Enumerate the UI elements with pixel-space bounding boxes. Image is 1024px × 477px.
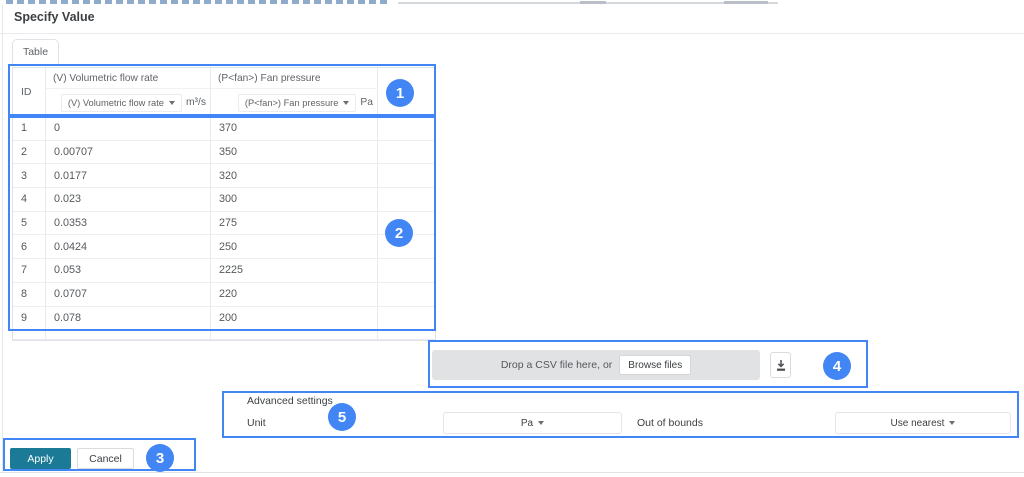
pressure-variable-select[interactable]: (P<fan>) Fan pressure xyxy=(238,94,357,112)
cell-pressure[interactable]: 350 xyxy=(211,141,378,164)
callout-3: 3 xyxy=(146,444,174,472)
table-row: 8 0.0707 220 xyxy=(13,283,435,307)
cell-pressure[interactable]: 275 xyxy=(211,212,378,235)
cell-id xyxy=(13,330,46,339)
unit-label: Unit xyxy=(247,417,266,429)
table-row: 5 0.0353 275 xyxy=(13,212,435,236)
unit-select-value: Pa xyxy=(521,418,533,429)
cell-id: 2 xyxy=(13,141,46,164)
cell-flow[interactable]: 0.078 xyxy=(46,307,211,330)
cell-pressure[interactable]: 320 xyxy=(211,164,378,187)
table-row: 3 0.0177 320 xyxy=(13,164,435,188)
table-row: 4 0.023 300 xyxy=(13,188,435,212)
tab-table[interactable]: Table xyxy=(12,39,59,64)
column-header-spacer xyxy=(378,68,435,116)
panel-left-border xyxy=(2,5,3,472)
cell-id: 8 xyxy=(13,283,46,306)
table-row: 1 0 370 xyxy=(13,117,435,141)
page-title: Specify Value xyxy=(14,10,95,24)
title-divider xyxy=(0,33,1024,34)
table-row-clipped xyxy=(13,330,435,340)
out-of-bounds-select[interactable]: Use nearest xyxy=(835,412,1011,434)
specify-value-panel: Specify Value Table ID (V) Volumetric fl… xyxy=(0,0,1024,477)
cell-flow[interactable]: 0 xyxy=(46,117,211,140)
flow-variable-cell: (V) Volumetric flow rate m³/s xyxy=(46,89,211,116)
table-body: 1 0 370 2 0.00707 350 3 0.0177 320 4 0.0… xyxy=(13,116,435,340)
cell-pressure[interactable]: 370 xyxy=(211,117,378,140)
cell-pressure[interactable]: 2225 xyxy=(211,259,378,282)
cell-flow[interactable]: 0.0353 xyxy=(46,212,211,235)
chevron-down-icon xyxy=(343,101,349,105)
cell-flow[interactable]: 0.00707 xyxy=(46,141,211,164)
pressure-variable-select-value: (P<fan>) Fan pressure xyxy=(245,98,339,108)
cell-flow[interactable]: 0.0177 xyxy=(46,164,211,187)
cell-id: 9 xyxy=(13,307,46,330)
cell-flow[interactable]: 0.0424 xyxy=(46,235,211,258)
unit-select[interactable]: Pa xyxy=(443,412,622,434)
flow-unit-label: m³/s xyxy=(186,97,206,108)
cell-id: 7 xyxy=(13,259,46,282)
cell-id: 1 xyxy=(13,117,46,140)
panel-bottom-border xyxy=(0,472,1024,473)
cell-pressure[interactable]: 220 xyxy=(211,283,378,306)
cell-id: 5 xyxy=(13,212,46,235)
apply-button[interactable]: Apply xyxy=(10,448,71,469)
cell-pressure[interactable] xyxy=(211,330,378,339)
clipped-toolbar xyxy=(0,0,1024,5)
browse-files-button[interactable]: Browse files xyxy=(619,355,691,375)
cell-pressure[interactable]: 250 xyxy=(211,235,378,258)
cell-pressure[interactable]: 300 xyxy=(211,188,378,211)
table-row: 2 0.00707 350 xyxy=(13,141,435,165)
cell-id: 6 xyxy=(13,235,46,258)
column-header-pressure: (P<fan>) Fan pressure xyxy=(211,68,378,89)
out-of-bounds-label: Out of bounds xyxy=(637,417,703,429)
callout-4: 4 xyxy=(823,352,851,380)
value-table: ID (V) Volumetric flow rate (P<fan>) Fan… xyxy=(12,67,436,341)
table-row: 7 0.053 2225 xyxy=(13,259,435,283)
column-header-id: ID xyxy=(13,68,46,116)
cell-id: 3 xyxy=(13,164,46,187)
pressure-unit-label: Pa xyxy=(360,97,373,108)
column-header-flow: (V) Volumetric flow rate xyxy=(46,68,211,89)
table-header: ID (V) Volumetric flow rate (P<fan>) Fan… xyxy=(13,68,435,116)
cancel-button[interactable]: Cancel xyxy=(77,448,134,469)
csv-drop-text: Drop a CSV file here, or xyxy=(501,359,612,371)
toolbar-remnant xyxy=(6,0,390,4)
cell-flow[interactable] xyxy=(46,330,211,339)
callout-5: 5 xyxy=(328,403,356,431)
download-csv-button[interactable] xyxy=(770,352,791,378)
chevron-down-icon xyxy=(169,101,175,105)
table-row: 9 0.078 200 xyxy=(13,307,435,331)
download-icon xyxy=(775,359,787,372)
chevron-down-icon xyxy=(949,421,955,425)
cell-flow[interactable]: 0.0707 xyxy=(46,283,211,306)
table-row: 6 0.0424 250 xyxy=(13,235,435,259)
cell-flow[interactable]: 0.053 xyxy=(46,259,211,282)
cell-pressure[interactable]: 200 xyxy=(211,307,378,330)
flow-variable-select-value: (V) Volumetric flow rate xyxy=(68,98,164,108)
advanced-settings-title: Advanced settings xyxy=(247,395,333,407)
tab-table-label: Table xyxy=(23,46,48,58)
cell-id: 4 xyxy=(13,188,46,211)
csv-dropzone[interactable]: Drop a CSV file here, or Browse files xyxy=(432,350,760,380)
flow-variable-select[interactable]: (V) Volumetric flow rate xyxy=(61,94,182,112)
out-of-bounds-select-value: Use nearest xyxy=(891,418,945,429)
chevron-down-icon xyxy=(538,421,544,425)
cell-flow[interactable]: 0.023 xyxy=(46,188,211,211)
pressure-variable-cell: (P<fan>) Fan pressure Pa xyxy=(211,89,378,116)
